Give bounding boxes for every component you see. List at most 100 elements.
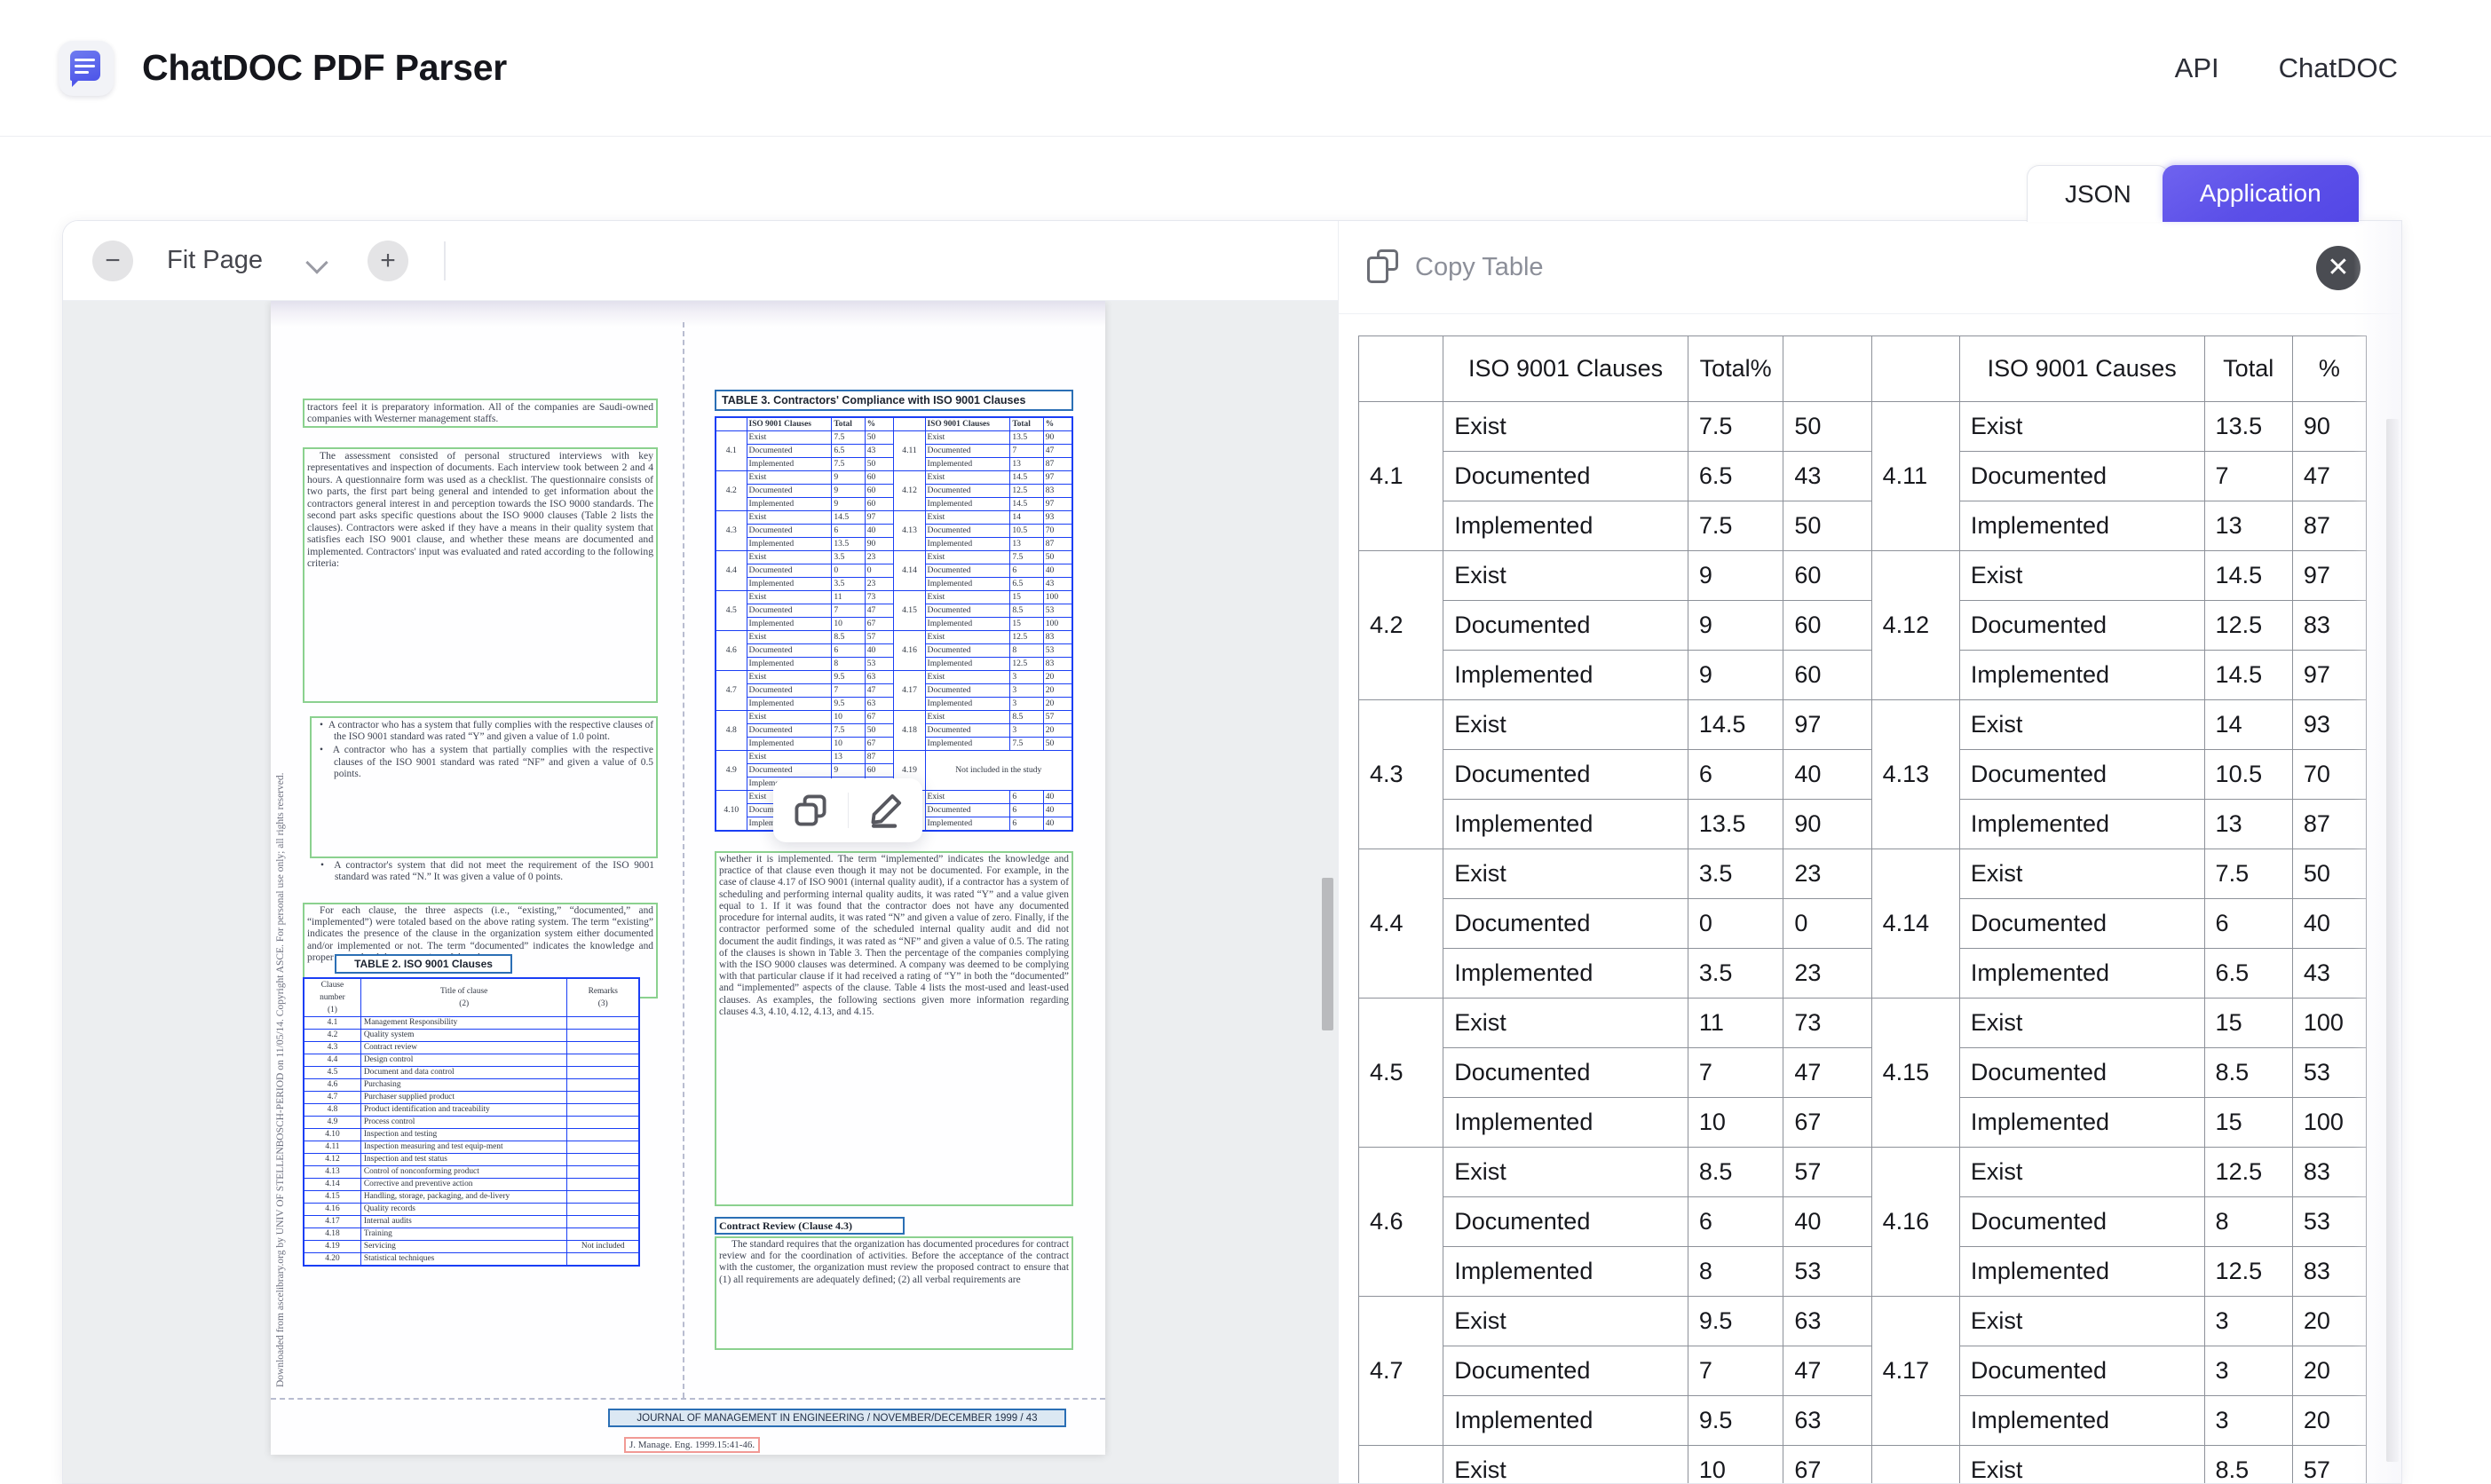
table-row[interactable]: Implemented7.550Implemented1387 [1359,501,2367,551]
table-row[interactable]: Implemented9.563Implemented320 [1359,1396,2367,1446]
pdf-page-footer[interactable]: JOURNAL OF MANAGEMENT IN ENGINEERING / N… [608,1409,1066,1427]
table-row[interactable]: Implemented960Implemented14.597 [1359,651,2367,700]
percent-cell: 43 [2292,949,2366,999]
percent-cell: 53 [2292,1197,2366,1247]
pdf-cell: 10 [832,618,865,631]
pdf-paragraph-block[interactable]: The assessment consisted of personal str… [303,447,658,703]
table-row[interactable]: Documented00Documented640 [1359,899,2367,949]
minus-icon[interactable]: − [92,241,133,281]
pdf-cell: Implemented [925,458,1010,471]
copy-table-icon[interactable] [1367,249,1403,285]
percent-cell: 40 [1783,750,1871,800]
pdf-cell: 12.5 [1010,658,1043,671]
selection-toolbar [773,778,922,842]
pdf-table3[interactable]: ISO 9001 Clauses Total % ISO 9001 Clause… [715,416,1073,832]
pdf-citation[interactable]: J. Manage. Eng. 1999.15:41-46. [624,1437,760,1453]
table-row[interactable]: Documented640Documented853 [1359,1197,2367,1247]
percent-cell: 60 [1783,551,1871,601]
pencil-edit-icon[interactable] [849,778,923,842]
total-cell: 12.5 [2204,1148,2292,1197]
aspect-cell: Documented [1959,1048,2204,1098]
pdf-bullet-list-block[interactable]: • A contractor who has a system that ful… [310,716,658,858]
pdf-viewport[interactable]: Downloaded from ascelibrary.org by UNIV … [63,301,1338,1484]
table-row[interactable]: Implemented853Implemented12.583 [1359,1247,2367,1297]
table-row[interactable]: Documented747Documented8.553 [1359,1048,2367,1098]
chevron-down-icon[interactable] [307,255,328,267]
copy-table-label[interactable]: Copy Table [1415,253,1544,282]
clause-number-cell: 4.15 [1871,999,1959,1148]
pdf-cell [567,1054,639,1067]
brand: ChatDOC PDF Parser [59,41,507,96]
table-row[interactable]: Documented640Documented10.570 [1359,750,2367,800]
table-row[interactable]: Documented960Documented12.583 [1359,601,2367,651]
scrollbar-thumb[interactable] [2386,419,2399,1462]
total-cell: 0 [1688,899,1783,949]
pdf-vertical-scrollbar[interactable] [1320,301,1334,1484]
nav-link-chatdoc[interactable]: ChatDOC [2279,52,2398,84]
table-row[interactable]: 4.3Exist14.5974.13Exist1493 [1359,700,2367,750]
table-row[interactable]: 4.2Exist9604.12Exist14.597 [1359,551,2367,601]
percent-cell: 63 [1783,1297,1871,1346]
pdf-cell: Servicing [360,1241,567,1253]
plus-icon[interactable]: + [368,241,408,281]
total-cell: 8.5 [1688,1148,1783,1197]
pdf-cell: Implemented [925,578,1010,591]
pdf-cell: 4.3 [304,1042,360,1054]
pdf-cell [567,1141,639,1154]
table-row[interactable]: Documented6.543Documented747 [1359,452,2367,501]
pdf-cell: Documented [925,644,1010,658]
table-row[interactable]: 4.4Exist3.5234.14Exist7.550 [1359,849,2367,899]
table-row[interactable]: Implemented13.590Implemented1387 [1359,800,2367,849]
table-row[interactable]: Documented747Documented320 [1359,1346,2367,1396]
extracted-table[interactable]: ISO 9001 Clauses Total% ISO 9001 Causes … [1358,335,2367,1484]
aspect-cell: Implemented [1443,1247,1688,1297]
pdf-cell: 50 [1043,551,1072,564]
pdf-page[interactable]: Downloaded from ascelibrary.org by UNIV … [271,301,1105,1455]
pdf-cell: 47 [1043,445,1072,458]
pdf-section-heading-block[interactable]: Contract Review (Clause 4.3) [715,1217,905,1235]
table-row[interactable]: Implemented3.523Implemented6.543 [1359,949,2367,999]
pdf-cell: 23 [865,551,894,564]
pdf-cell: 4.16 [304,1204,360,1216]
tab-application[interactable]: Application [2163,165,2359,222]
pdf-paragraph-block[interactable]: whether it is implemented. The term “imp… [715,851,1073,1206]
pdf-cell: 53 [1043,604,1072,618]
pdf-bullet-text: A contractor's system that did not meet … [334,860,654,882]
pdf-table3-header: Total [832,417,865,431]
pdf-cell: Purchaser supplied product [360,1092,567,1104]
table-row[interactable]: 4.6Exist8.5574.16Exist12.583 [1359,1148,2367,1197]
table-row[interactable]: 4.5Exist11734.15Exist15100 [1359,999,2367,1048]
total-cell: 13.5 [1688,800,1783,849]
table-row[interactable]: 4.1Exist7.5504.11Exist13.590 [1359,402,2367,452]
total-cell: 8.5 [2204,1446,2292,1484]
percent-cell: 57 [2292,1446,2366,1484]
pdf-cell: 7 [1010,445,1043,458]
result-panel-body[interactable]: ISO 9001 Clauses Total% ISO 9001 Causes … [1339,314,2402,1484]
close-icon[interactable]: ✕ [2316,246,2361,290]
aspect-cell: Implemented [1443,651,1688,700]
pdf-cell: 93 [1043,511,1072,525]
pdf-paragraph-block[interactable]: tractors feel it is preparatory informat… [303,399,658,428]
pdf-cell: 3.5 [832,578,865,591]
pdf-cell: Documented [925,445,1010,458]
percent-cell: 87 [2292,501,2366,551]
pdf-cell: 14 [1010,511,1043,525]
pdf-table2-title[interactable]: TABLE 2. ISO 9001 Clauses [335,954,512,974]
tab-json[interactable]: JSON [2027,165,2170,222]
pdf-table2[interactable]: Clausenumber(1) Title of clause(2) Remar… [303,977,640,1267]
nav-link-api[interactable]: API [2175,52,2219,84]
table-row[interactable]: Implemented1067Implemented15100 [1359,1098,2367,1148]
copy-icon[interactable] [773,778,848,842]
total-cell: 9 [1688,651,1783,700]
aspect-cell: Implemented [1443,800,1688,849]
table-row[interactable]: 4.8Exist10674.18Exist8.557 [1359,1446,2367,1484]
scrollbar-thumb[interactable] [1322,878,1333,1030]
pdf-table3-title[interactable]: TABLE 3. Contractors' Compliance with IS… [715,390,1073,411]
pdf-clause-number: 4.16 [894,631,925,671]
pdf-cell: 14.5 [832,511,865,525]
result-vertical-scrollbar[interactable] [2386,419,2399,1475]
aspect-cell: Implemented [1443,1098,1688,1148]
pdf-paragraph-block[interactable]: The standard requires that the organizat… [715,1236,1073,1350]
aspect-cell: Exist [1959,1148,2204,1197]
table-row[interactable]: 4.7Exist9.5634.17Exist320 [1359,1297,2367,1346]
